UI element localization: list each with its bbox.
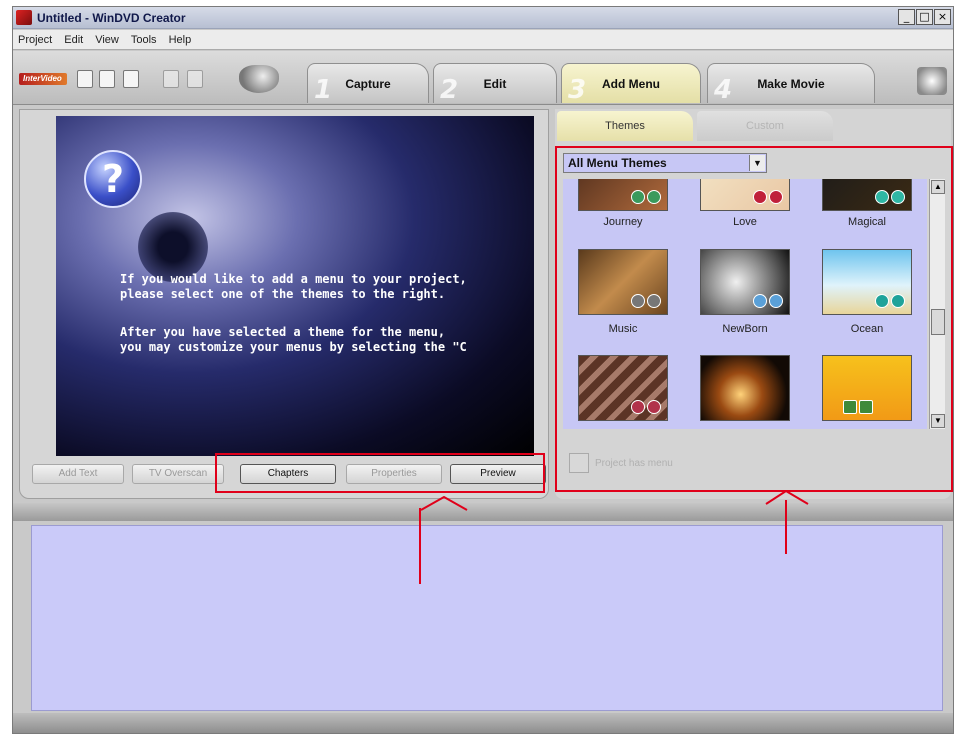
- preview-instruction-line: After you have selected a theme for the …: [120, 325, 446, 339]
- menu-view[interactable]: View: [95, 34, 119, 46]
- annotation-box-themes: [555, 146, 953, 492]
- menu-edit[interactable]: Edit: [64, 34, 83, 46]
- title-bar[interactable]: Untitled - WinDVD Creator _ □ ×: [13, 7, 953, 29]
- annotation-box-buttons: [215, 453, 545, 493]
- menu-tools[interactable]: Tools: [131, 34, 157, 46]
- burn-disc-icon[interactable]: [917, 67, 947, 95]
- tv-overscan-button[interactable]: TV Overscan: [132, 464, 224, 484]
- tab-edit-label: Edit: [483, 77, 507, 91]
- menu-storyboard-area[interactable]: [31, 525, 943, 711]
- window-title: Untitled - WinDVD Creator: [37, 11, 186, 25]
- app-icon: [16, 10, 32, 25]
- toolbar: InterVideo 1 Capture 2 Edit 3 Add Menu 4…: [13, 51, 953, 105]
- arrow-head-icon: [765, 490, 809, 505]
- annotation-arrow-left: [419, 508, 421, 584]
- new-file-icon[interactable]: [77, 70, 93, 88]
- menu-bar: Project Edit View Tools Help: [13, 30, 953, 50]
- tab-capture[interactable]: 1 Capture: [307, 63, 429, 105]
- tab-custom[interactable]: Custom: [697, 111, 833, 141]
- menu-preview-screen: ? If you would like to add a menu to you…: [56, 116, 534, 456]
- preview-instruction-line: please select one of the themes to the r…: [120, 287, 446, 301]
- tab-edit[interactable]: 2 Edit: [433, 63, 557, 105]
- splitter-bar[interactable]: [13, 503, 953, 521]
- preview-panel: ? If you would like to add a menu to you…: [19, 109, 549, 499]
- window-controls: _ □ ×: [898, 9, 951, 25]
- intervideo-logo: InterVideo: [19, 73, 67, 85]
- tab-capture-label: Capture: [345, 77, 391, 91]
- tab-add-menu[interactable]: 3 Add Menu: [561, 63, 701, 105]
- tab-add-menu-label: Add Menu: [602, 77, 660, 91]
- tab-make-movie[interactable]: 4 Make Movie: [707, 63, 875, 105]
- tab-themes[interactable]: Themes: [557, 111, 693, 141]
- arrow-head-icon: [420, 496, 468, 511]
- tab-make-movie-label: Make Movie: [757, 77, 825, 91]
- add-text-button[interactable]: Add Text: [32, 464, 124, 484]
- maximize-button[interactable]: □: [916, 9, 933, 25]
- save-icon[interactable]: [123, 70, 139, 88]
- question-icon: ?: [84, 150, 142, 208]
- undo-icon[interactable]: [163, 70, 179, 88]
- menu-project[interactable]: Project: [18, 34, 52, 46]
- menu-help[interactable]: Help: [169, 34, 192, 46]
- close-button[interactable]: ×: [934, 9, 951, 25]
- annotation-arrow-left-head: [396, 496, 468, 511]
- status-bar: [13, 713, 953, 733]
- annotation-arrow-right: [785, 500, 787, 554]
- wizard-icon[interactable]: [239, 65, 279, 93]
- preview-instruction-line: you may customize your menus by selectin…: [120, 340, 467, 354]
- preview-instruction-line: If you would like to add a menu to your …: [120, 272, 467, 286]
- open-file-icon[interactable]: [99, 70, 115, 88]
- minimize-button[interactable]: _: [898, 9, 915, 25]
- redo-icon[interactable]: [187, 70, 203, 88]
